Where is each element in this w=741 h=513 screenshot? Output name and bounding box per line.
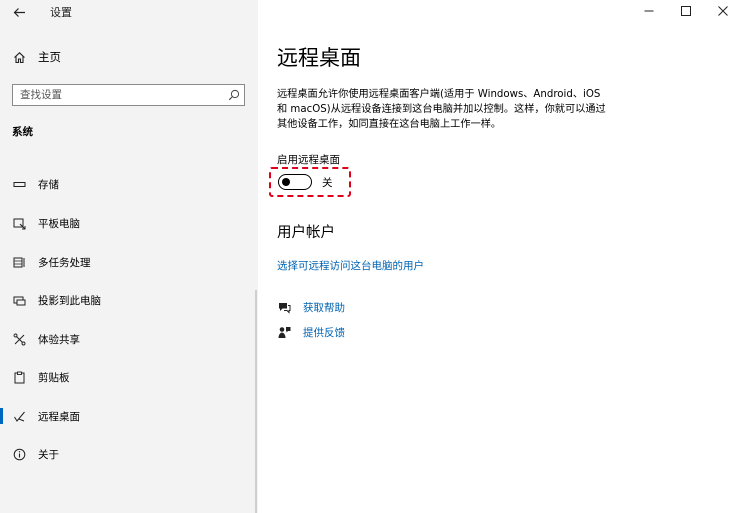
sidebar-item-about[interactable]: 关于 xyxy=(0,439,258,469)
user-accounts-heading: 用户帐户 xyxy=(277,225,335,241)
remote-desktop-icon xyxy=(12,409,26,423)
description-line: 和 macOS)从远程设备连接到这台电脑并加以控制。这样，你就可以通过 xyxy=(277,104,606,115)
home-icon xyxy=(12,50,26,64)
sidebar-item-label: 主页 xyxy=(38,50,61,64)
sidebar-item-tablet[interactable]: 平板电脑 xyxy=(0,208,258,238)
sidebar-item-projecting[interactable]: 投影到此电脑 xyxy=(0,285,258,315)
help-chat-icon xyxy=(277,301,291,315)
page-title: 远程桌面 xyxy=(277,46,361,70)
description: 远程桌面允许你使用远程桌面客户端(适用于 Windows、Android、iOS… xyxy=(277,87,647,132)
minimize-icon xyxy=(644,10,653,12)
search-box[interactable] xyxy=(12,84,245,106)
give-feedback-link[interactable]: 提供反馈 xyxy=(277,325,345,340)
sidebar-item-label: 体验共享 xyxy=(38,333,80,346)
sidebar-item-multitasking[interactable]: 多任务处理 xyxy=(0,247,258,277)
sidebar-item-label: 剪贴板 xyxy=(38,371,70,384)
sidebar-item-shared-experiences[interactable]: 体验共享 xyxy=(0,324,258,354)
info-icon xyxy=(12,447,26,461)
multitasking-icon xyxy=(12,255,26,269)
sidebar-item-label: 远程桌面 xyxy=(38,410,80,423)
window-controls xyxy=(630,0,741,22)
section-title: 系统 xyxy=(12,126,33,138)
sidebar-scrollbar[interactable] xyxy=(255,290,257,513)
sidebar-item-label: 平板电脑 xyxy=(38,217,80,230)
window-title: 设置 xyxy=(50,6,72,19)
select-users-link[interactable]: 选择可远程访问这台电脑的用户 xyxy=(277,258,424,273)
minimize-button[interactable] xyxy=(630,0,667,22)
search-icon[interactable] xyxy=(224,85,244,105)
give-feedback-label: 提供反馈 xyxy=(303,327,345,339)
storage-icon xyxy=(12,177,26,191)
get-help-link[interactable]: 获取帮助 xyxy=(277,300,345,315)
toggle-knob xyxy=(282,177,290,186)
search-input[interactable] xyxy=(13,89,224,101)
back-button[interactable] xyxy=(8,3,30,21)
toggle-state-text: 关 xyxy=(322,177,333,189)
sidebar-item-storage[interactable]: 存储 xyxy=(0,169,258,199)
sidebar-item-label: 关于 xyxy=(38,448,59,461)
sidebar: 设置 主页 系统 存储 平板电脑 多 xyxy=(0,0,258,513)
sidebar-item-remote-desktop[interactable]: 远程桌面 xyxy=(0,401,258,431)
sidebar-item-home[interactable]: 主页 xyxy=(0,46,258,68)
close-button[interactable] xyxy=(704,0,741,22)
projecting-icon xyxy=(12,293,26,307)
description-line: 其他设备工作，如同直接在这台电脑上工作一样。 xyxy=(277,119,502,130)
back-arrow-icon xyxy=(13,7,25,17)
shared-experiences-icon xyxy=(12,332,26,346)
feedback-icon xyxy=(277,326,291,340)
selected-indicator xyxy=(0,408,3,424)
remote-desktop-toggle-label: 启用远程桌面 xyxy=(277,154,340,166)
sidebar-item-label: 存储 xyxy=(38,178,59,191)
tablet-icon xyxy=(12,216,26,230)
sidebar-item-clipboard[interactable]: 剪贴板 xyxy=(0,362,258,392)
maximize-icon xyxy=(680,6,691,16)
main-content: 远程桌面 远程桌面允许你使用远程桌面客户端(适用于 Windows、Androi… xyxy=(258,0,741,513)
close-icon xyxy=(717,6,728,16)
get-help-label: 获取帮助 xyxy=(303,302,345,314)
remote-desktop-toggle[interactable] xyxy=(278,174,312,190)
sidebar-item-label: 投影到此电脑 xyxy=(38,294,101,307)
description-line: 远程桌面允许你使用远程桌面客户端(适用于 Windows、Android、iOS xyxy=(277,89,601,100)
clipboard-icon xyxy=(12,370,26,384)
maximize-button[interactable] xyxy=(667,0,704,22)
sidebar-item-label: 多任务处理 xyxy=(38,256,91,269)
